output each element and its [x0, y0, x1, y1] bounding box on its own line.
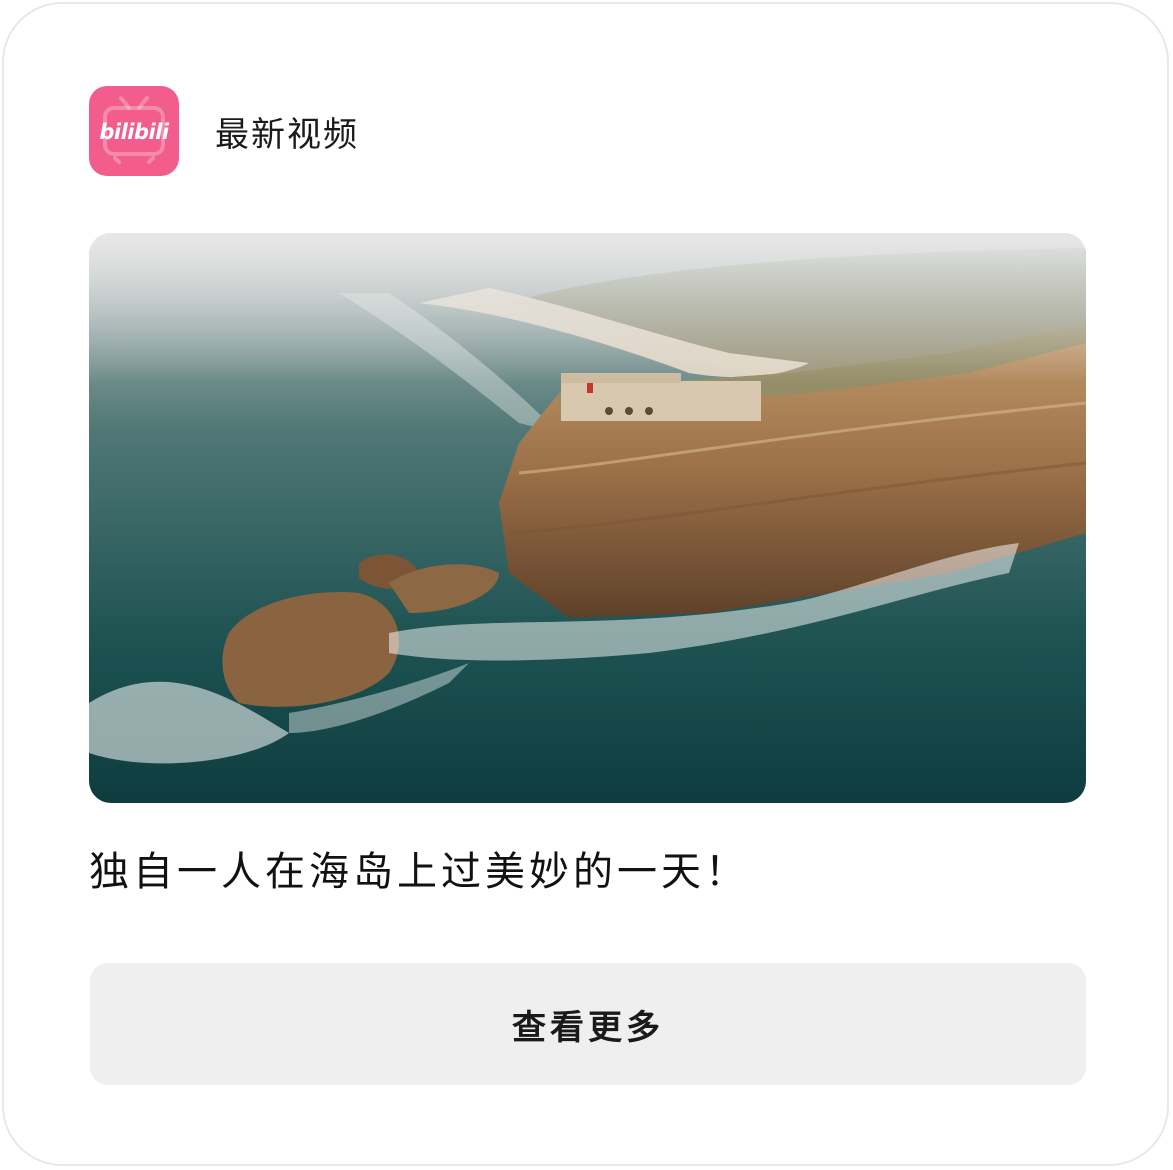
bilibili-app-icon[interactable]: bilibili — [89, 86, 179, 176]
widget-title: 最新视频 — [215, 114, 359, 155]
video-thumbnail[interactable] — [89, 233, 1086, 803]
video-widget-card: bilibili 最新视频 独自一人在海岛上过美妙的一天！ 查看更多 — [2, 2, 1169, 1166]
svg-text:bilibili: bilibili — [99, 120, 170, 144]
view-more-button[interactable]: 查看更多 — [90, 963, 1086, 1085]
widget-header: bilibili 最新视频 — [89, 86, 359, 176]
video-title[interactable]: 独自一人在海岛上过美妙的一天！ — [89, 842, 749, 902]
bilibili-tv-icon: bilibili — [99, 96, 170, 164]
coastal-cliff-photo — [89, 233, 1086, 803]
